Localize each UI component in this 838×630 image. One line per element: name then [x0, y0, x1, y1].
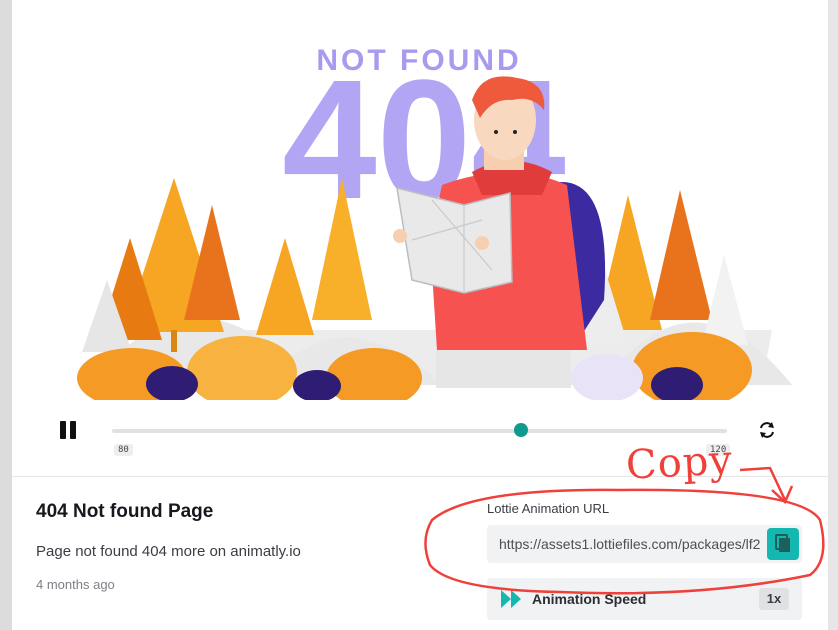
animation-speed-label: Animation Speed — [532, 591, 647, 607]
animation-title: 404 Not found Page — [36, 501, 214, 522]
copy-url-button[interactable] — [767, 528, 799, 560]
playback-slider[interactable] — [112, 429, 727, 433]
lottie-url-value[interactable]: https://assets1.lottiefiles.com/packages… — [499, 536, 761, 552]
loop-button[interactable] — [756, 419, 778, 441]
animation-details: 404 Not found Page Page not found 404 mo… — [12, 477, 828, 630]
upload-time: 4 months ago — [36, 577, 115, 592]
animation-illustration: NOT FOUND 404 — [77, 44, 792, 408]
animation-speed-control[interactable]: Animation Speed 1x — [487, 578, 802, 620]
page-backdrop-right — [828, 0, 838, 630]
frame-start-label: 80 — [114, 444, 133, 456]
pine-tree — [702, 255, 748, 345]
lottie-url-label: Lottie Animation URL — [487, 501, 610, 516]
page-backdrop-left — [0, 0, 12, 630]
pine-tree — [256, 238, 314, 335]
pause-icon — [60, 421, 66, 439]
fast-forward-icon — [501, 590, 521, 608]
lottie-url-field[interactable]: https://assets1.lottiefiles.com/packages… — [487, 525, 802, 563]
pause-button[interactable] — [58, 418, 82, 442]
animation-description: Page not found 404 more on animatly.io — [36, 543, 301, 560]
speed-value-badge[interactable]: 1x — [759, 588, 789, 610]
pause-icon-bar — [70, 421, 76, 439]
animation-preview: NOT FOUND 404 — [12, 0, 828, 408]
annotation-copy-note: Copy — [624, 437, 735, 489]
animation-preview-modal: NOT FOUND 404 80 120 404 Not found Page … — [12, 0, 828, 630]
pine-tree — [650, 190, 712, 320]
copy-icon — [775, 534, 790, 552]
folded-map — [396, 186, 513, 294]
playback-slider-handle[interactable] — [514, 423, 528, 437]
loop-icon — [760, 422, 774, 438]
